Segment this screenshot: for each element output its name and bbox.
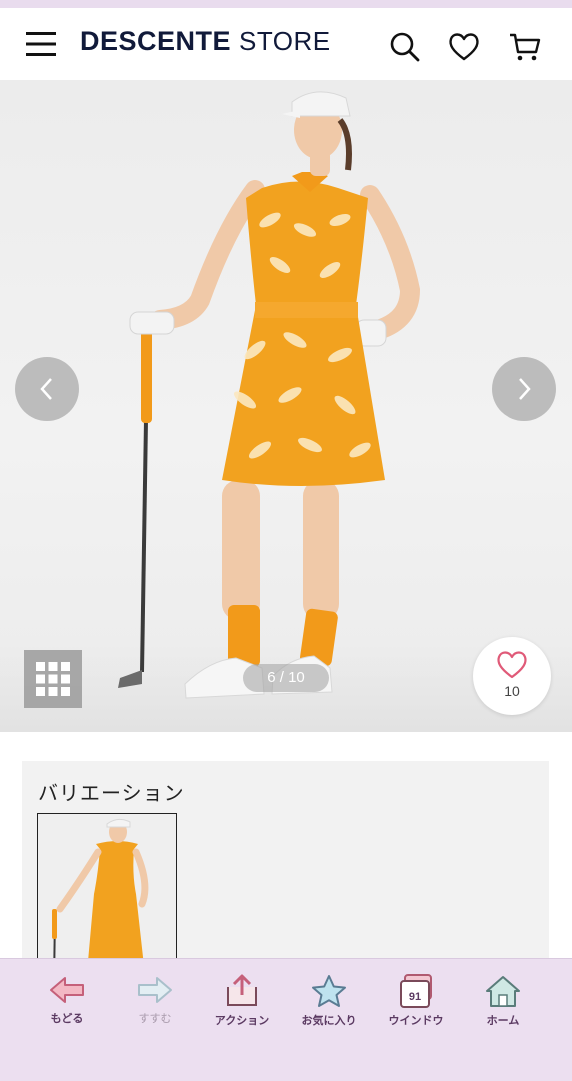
cart-icon[interactable] — [508, 30, 542, 64]
action-label: アクション — [214, 1014, 270, 1027]
windows-button[interactable]: 91 ウインドウ — [376, 973, 456, 1033]
forward-arrow-icon — [138, 977, 172, 1003]
browser-top-strip — [0, 0, 572, 8]
image-counter: 6 / 10 — [243, 664, 329, 692]
share-icon — [227, 974, 257, 1006]
back-button[interactable]: もどる — [27, 973, 107, 1033]
variation-section: バリエーション — [22, 761, 549, 985]
menu-icon[interactable] — [26, 31, 56, 57]
home-button[interactable]: ホーム — [463, 973, 543, 1033]
browser-toolbar: もどる すすむ アクション お気に入り 91 ウインドウ ホーム — [0, 958, 572, 1081]
heart-outline-icon — [497, 651, 527, 679]
back-label: もどる — [50, 1012, 84, 1025]
star-icon — [312, 975, 346, 1007]
favorites-label: お気に入り — [301, 1014, 357, 1027]
prev-image-button[interactable] — [15, 357, 79, 421]
favorites-button[interactable]: お気に入り — [289, 973, 369, 1033]
windows-icon: 91 — [400, 974, 432, 1008]
windows-label: ウインドウ — [388, 1014, 444, 1027]
chevron-left-icon — [40, 378, 52, 400]
action-button[interactable]: アクション — [202, 973, 282, 1033]
heart-icon[interactable] — [447, 30, 481, 64]
home-icon — [486, 976, 520, 1007]
chevron-right-icon — [519, 378, 531, 400]
thumbnail-grid-button[interactable] — [24, 650, 82, 708]
site-header: DESCENTE STORE — [0, 8, 572, 80]
search-icon[interactable] — [388, 30, 422, 64]
variation-title: バリエーション — [38, 781, 185, 805]
brand-suffix: STORE — [239, 26, 331, 56]
home-label: ホーム — [486, 1014, 520, 1027]
next-image-button[interactable] — [492, 357, 556, 421]
brand-name: DESCENTE — [80, 26, 232, 56]
favorite-button[interactable]: 10 — [473, 637, 551, 715]
windows-count-badge: 91 — [409, 991, 421, 1003]
product-image-gallery[interactable]: 6 / 10 10 — [0, 80, 572, 732]
grid-icon — [36, 662, 70, 696]
favorite-count: 10 — [504, 683, 520, 699]
product-photo-golf-dress-model — [118, 91, 421, 699]
back-arrow-icon — [50, 977, 84, 1003]
forward-button[interactable]: すすむ — [115, 973, 195, 1033]
site-logo[interactable]: DESCENTE STORE — [80, 26, 331, 62]
forward-label: すすむ — [138, 1012, 172, 1025]
